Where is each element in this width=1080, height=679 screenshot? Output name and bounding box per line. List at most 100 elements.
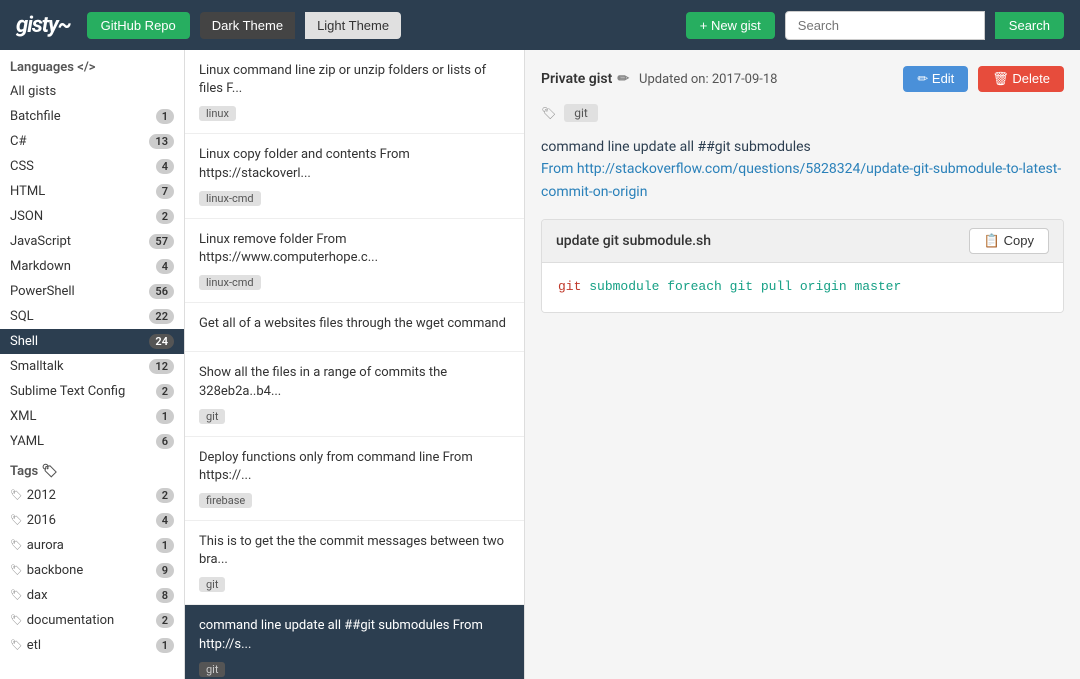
dark-theme-button[interactable]: Dark Theme — [200, 12, 295, 39]
list-item[interactable]: Get all of a websites files through the … — [185, 303, 524, 352]
sidebar-item-badge: 57 — [149, 234, 174, 249]
light-theme-button[interactable]: Light Theme — [305, 12, 401, 39]
sidebar-item-badge: 1 — [156, 409, 174, 424]
search-input[interactable] — [785, 11, 985, 40]
tag-label: 2016 — [27, 513, 56, 528]
gist-tag: linux — [199, 106, 236, 121]
tag-list: 🏷20122🏷20164🏷aurora1🏷backbone9🏷dax8🏷docu… — [0, 483, 184, 658]
sidebar-item-badge: 12 — [149, 359, 174, 374]
tag-label: aurora — [27, 538, 64, 553]
list-item[interactable]: Linux command line zip or unzip folders … — [185, 50, 524, 134]
copy-button[interactable]: 📋 Copy — [969, 228, 1049, 254]
language-list: All gistsBatchfile1C#13CSS4HTML7JSON2Jav… — [0, 79, 184, 454]
list-item[interactable]: Linux remove folder From https://www.com… — [185, 219, 524, 303]
list-item[interactable]: command line update all ##git submodules… — [185, 605, 524, 679]
sidebar-item-badge: 4 — [156, 159, 174, 174]
gist-detail: Private gist ✏ Updated on: 2017-09-18 ✏ … — [525, 50, 1080, 679]
tag-bullet-icon: 🏷 — [10, 490, 23, 501]
tag-label: 2012 — [27, 488, 56, 503]
header: gisty~ GitHub Repo Dark Theme Light Them… — [0, 0, 1080, 50]
sidebar-item-c-[interactable]: C# 13 — [0, 129, 184, 154]
sidebar-item-label: JSON — [10, 209, 43, 224]
list-item[interactable]: This is to get the the commit messages b… — [185, 521, 524, 605]
detail-tag: git — [564, 104, 598, 122]
tag-badge: 4 — [156, 513, 174, 528]
sidebar-item-badge: 6 — [156, 434, 174, 449]
sidebar: Languages </> All gistsBatchfile1C#13CSS… — [0, 50, 185, 679]
sidebar-item-smalltalk[interactable]: Smalltalk 12 — [0, 354, 184, 379]
detail-header: Private gist ✏ Updated on: 2017-09-18 ✏ … — [541, 66, 1064, 92]
sidebar-item-html[interactable]: HTML7 — [0, 179, 184, 204]
sidebar-item-shell[interactable]: Shell24 — [0, 329, 184, 354]
list-item[interactable]: Linux copy folder and contents From http… — [185, 134, 524, 218]
tag-label: etl — [27, 638, 41, 653]
gist-title: Show all the files in a range of commits… — [199, 364, 510, 400]
code-command: submodule foreach git pull origin master — [589, 279, 901, 294]
sidebar-item-json[interactable]: JSON 2 — [0, 204, 184, 229]
delete-button[interactable]: 🗑 Delete — [978, 66, 1064, 92]
code-filename: update git submodule.sh — [556, 233, 711, 249]
tag-label: documentation — [27, 613, 115, 628]
list-item[interactable]: Show all the files in a range of commits… — [185, 352, 524, 436]
list-item[interactable]: Deploy functions only from command line … — [185, 437, 524, 521]
gist-tag: linux-cmd — [199, 275, 261, 290]
sidebar-item-badge: 4 — [156, 259, 174, 274]
description-line1: command line update all ##git submodules — [541, 136, 1064, 158]
private-badge: Private gist ✏ — [541, 71, 629, 87]
gist-title: Linux copy folder and contents From http… — [199, 146, 510, 182]
sidebar-item-label: CSS — [10, 159, 34, 174]
gist-tag: git — [199, 409, 225, 424]
search-button[interactable]: Search — [995, 12, 1064, 39]
code-block-wrapper: update git submodule.sh 📋 Copy git submo… — [541, 219, 1064, 313]
sidebar-item-all-gists[interactable]: All gists — [0, 79, 184, 104]
sidebar-item-label: Batchfile — [10, 109, 61, 124]
tag-badge: 1 — [156, 638, 174, 653]
tag-item-2012[interactable]: 🏷20122 — [0, 483, 184, 508]
tags-title: Tags 🏷 — [0, 454, 184, 483]
description-line2: From http://stackoverflow.com/questions/… — [541, 158, 1064, 203]
sidebar-item-label: All gists — [10, 84, 56, 99]
updated-text: Updated on: 2017-09-18 — [639, 72, 777, 87]
gist-title: Deploy functions only from command line … — [199, 449, 510, 485]
sidebar-item-javascript[interactable]: JavaScript 57 — [0, 229, 184, 254]
sidebar-item-label: XML — [10, 409, 37, 424]
tag-item-aurora[interactable]: 🏷aurora1 — [0, 533, 184, 558]
pencil-icon: ✏ — [617, 71, 629, 87]
tag-bullet-icon: 🏷 — [10, 640, 23, 651]
gist-title: Get all of a websites files through the … — [199, 315, 510, 333]
sidebar-item-label: YAML — [10, 434, 44, 449]
tag-item-documentation[interactable]: 🏷documentation2 — [0, 608, 184, 633]
sidebar-item-label: C# — [10, 134, 26, 149]
tag-item-backbone[interactable]: 🏷backbone9 — [0, 558, 184, 583]
sidebar-item-markdown[interactable]: Markdown4 — [0, 254, 184, 279]
sidebar-item-label: JavaScript — [10, 234, 71, 249]
sidebar-item-css[interactable]: CSS 4 — [0, 154, 184, 179]
tag-row: 🏷 git — [541, 104, 1064, 122]
sidebar-item-xml[interactable]: XML 1 — [0, 404, 184, 429]
tag-item-dax[interactable]: 🏷dax8 — [0, 583, 184, 608]
sidebar-item-label: Smalltalk — [10, 359, 64, 374]
languages-title: Languages </> — [0, 50, 184, 79]
main-layout: Languages </> All gistsBatchfile1C#13CSS… — [0, 50, 1080, 679]
gist-title: Linux remove folder From https://www.com… — [199, 231, 510, 267]
tag-bullet-icon: 🏷 — [10, 515, 23, 526]
description-link[interactable]: From http://stackoverflow.com/questions/… — [541, 161, 1061, 199]
tag-bullet-icon: 🏷 — [10, 615, 23, 626]
edit-button[interactable]: ✏ Edit — [903, 66, 968, 92]
github-repo-button[interactable]: GitHub Repo — [87, 12, 190, 39]
code-block-header: update git submodule.sh 📋 Copy — [542, 220, 1063, 263]
tag-item-etl[interactable]: 🏷 etl 1 — [0, 633, 184, 658]
sidebar-item-sublime-text-config[interactable]: Sublime Text Config2 — [0, 379, 184, 404]
sidebar-item-batchfile[interactable]: Batchfile1 — [0, 104, 184, 129]
sidebar-item-badge: 2 — [156, 209, 174, 224]
tag-item-2016[interactable]: 🏷 2016 4 — [0, 508, 184, 533]
sidebar-item-yaml[interactable]: YAML 6 — [0, 429, 184, 454]
sidebar-item-badge: 13 — [149, 134, 174, 149]
tag-label: backbone — [27, 563, 84, 578]
gist-title: command line update all ##git submodules… — [199, 617, 510, 653]
new-gist-button[interactable]: + New gist — [686, 12, 775, 39]
gist-tag: firebase — [199, 493, 252, 508]
sidebar-item-powershell[interactable]: PowerShell56 — [0, 279, 184, 304]
sidebar-item-sql[interactable]: SQL22 — [0, 304, 184, 329]
sidebar-item-label: Shell — [10, 334, 38, 349]
